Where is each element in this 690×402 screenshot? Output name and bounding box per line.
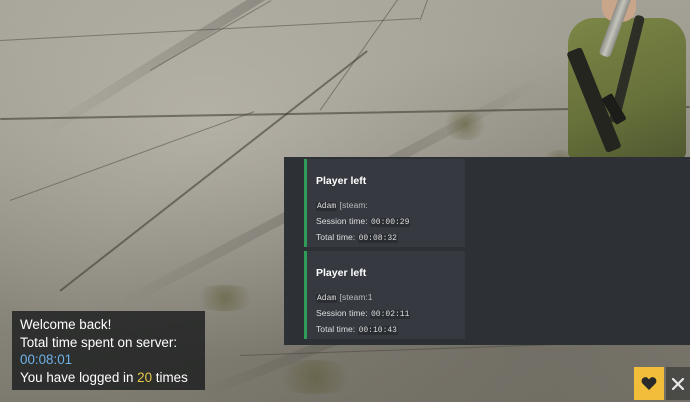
login-count-value: 20 — [137, 369, 153, 385]
notification-player-line: Adam [steam:1 — [316, 290, 455, 306]
total-time-label: Total time: — [316, 324, 356, 334]
total-time-line: Total time: 00:08:32 — [316, 230, 455, 246]
player-name: Adam — [316, 294, 338, 303]
notification-title: Player left — [316, 175, 367, 187]
session-time-line: Session time: 00:02:11 — [316, 306, 455, 322]
close-button[interactable] — [666, 367, 690, 400]
close-icon — [671, 377, 685, 390]
login-count-prefix: You have logged in — [20, 369, 138, 385]
session-time-value: 00:00:29 — [369, 218, 411, 227]
login-count-line: You have logged in 20 times — [20, 369, 197, 387]
total-time-value: 00:10:43 — [357, 326, 398, 335]
total-time-label: Total time spent on server: — [20, 334, 178, 350]
total-time-value: 00:08:01 — [20, 352, 73, 367]
player-name: Adam — [316, 202, 338, 211]
notification-panel: Player left Adam [steam: Session time: 0… — [284, 157, 690, 345]
notification-title: Player left — [316, 267, 367, 279]
session-time-value: 00:02:11 — [369, 310, 411, 319]
session-time-label: Session time: — [316, 308, 368, 318]
session-time-line: Session time: 00:00:29 — [316, 214, 455, 230]
welcome-greeting: Welcome back! — [20, 317, 112, 332]
login-count-suffix: times — [152, 369, 188, 385]
total-time-label: Total time: — [316, 232, 356, 242]
player-character — [550, 0, 690, 160]
heart-icon — [641, 377, 657, 390]
heart-button[interactable] — [634, 367, 664, 400]
player-identifier: [steam: — [339, 200, 368, 210]
total-time-line: Total time: 00:10:43 — [316, 322, 455, 338]
notification-player-line: Adam [steam: — [316, 198, 455, 214]
player-identifier: [steam:1 — [339, 292, 373, 302]
welcome-message-box: Welcome back! Total time spent on server… — [12, 311, 205, 390]
notification-card: Player left Adam [steam: Session time: 0… — [304, 159, 465, 247]
session-time-label: Session time: — [316, 216, 368, 226]
total-time-value: 00:08:32 — [357, 234, 398, 243]
notification-card: Player left Adam [steam:1 Session time: … — [304, 251, 465, 339]
